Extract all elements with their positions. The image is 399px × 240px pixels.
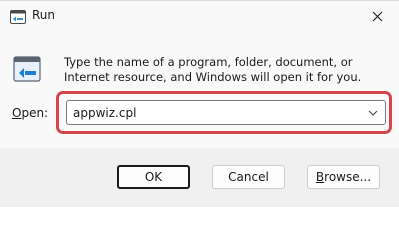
- browse-rest: rowse...: [324, 170, 372, 184]
- window-title: Run: [32, 8, 56, 22]
- run-dialog-icon: [10, 10, 26, 24]
- dropdown-button[interactable]: [363, 101, 383, 124]
- open-label-rest: pen:: [21, 106, 49, 120]
- chevron-down-icon: [368, 110, 378, 116]
- run-dialog: Run Type the name of a program, folder, …: [0, 0, 399, 207]
- run-app-icon: [13, 56, 41, 82]
- open-input[interactable]: [67, 101, 363, 124]
- title-bar[interactable]: Run: [0, 1, 399, 32]
- dialog-content: Type the name of a program, folder, docu…: [0, 32, 399, 148]
- open-combobox[interactable]: [66, 100, 386, 125]
- cancel-button[interactable]: Cancel: [212, 165, 285, 189]
- browse-button[interactable]: Browse...: [307, 165, 380, 189]
- open-label: Open:: [12, 106, 48, 120]
- button-bar: OK Cancel Browse...: [0, 148, 399, 207]
- close-icon: [372, 11, 382, 22]
- browse-accel: B: [315, 170, 325, 184]
- ok-button[interactable]: OK: [117, 165, 190, 189]
- close-button[interactable]: [357, 1, 397, 32]
- instruction-text: Type the name of a program, folder, docu…: [64, 55, 362, 84]
